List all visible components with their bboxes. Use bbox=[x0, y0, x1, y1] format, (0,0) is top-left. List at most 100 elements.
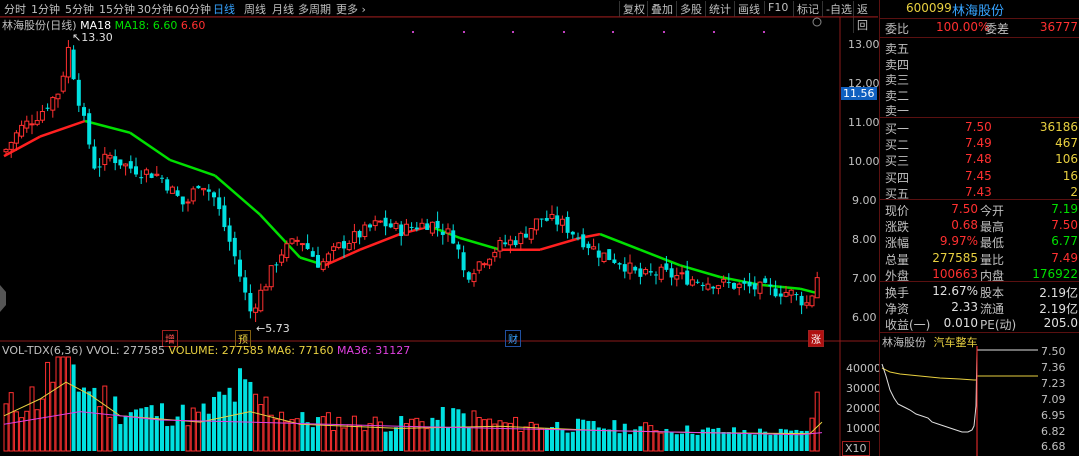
stat-value: 7.19 bbox=[1051, 202, 1078, 216]
candle-body bbox=[643, 269, 649, 275]
volume-bar bbox=[331, 430, 337, 452]
candle-body bbox=[507, 239, 513, 246]
candle-body bbox=[393, 222, 399, 230]
candle-body bbox=[658, 266, 664, 280]
volume-tick: 20000 bbox=[846, 402, 881, 415]
volume-tick: 40000 bbox=[846, 362, 881, 375]
candle-body bbox=[383, 217, 388, 227]
stat-value: 9.97% bbox=[939, 234, 978, 249]
candle-body bbox=[705, 283, 711, 290]
candle-body bbox=[466, 272, 471, 280]
candle-body bbox=[451, 230, 456, 244]
candle-body bbox=[539, 218, 544, 220]
candle-body bbox=[165, 179, 170, 191]
marker-dot bbox=[763, 31, 765, 33]
volume-bar bbox=[695, 434, 700, 451]
volume-bar bbox=[513, 416, 519, 452]
volume-tick: 10000 bbox=[846, 422, 881, 435]
left-scroll-handle[interactable] bbox=[0, 285, 6, 312]
volume-bar bbox=[24, 410, 30, 452]
candle-body bbox=[227, 225, 232, 242]
ma36-value: MA36: 31127 bbox=[337, 344, 411, 357]
volume-bar bbox=[289, 419, 295, 452]
candle-body bbox=[217, 197, 222, 210]
volume-bar bbox=[273, 418, 279, 452]
candle-body bbox=[279, 254, 285, 263]
volume-bar bbox=[320, 416, 326, 452]
candle-body bbox=[783, 291, 789, 297]
candle-body bbox=[565, 216, 570, 233]
candle-body bbox=[576, 237, 580, 239]
price-tick: 13.00 bbox=[848, 38, 880, 51]
top-marker-dots bbox=[412, 31, 765, 33]
candle-body bbox=[700, 284, 705, 287]
low-annotation: ←5.73 bbox=[256, 322, 290, 335]
candle-body bbox=[778, 293, 783, 297]
vvol-value: VVOL: 277585 bbox=[86, 344, 166, 357]
volume-bar bbox=[628, 434, 632, 451]
volume-bar bbox=[507, 422, 513, 452]
volume-bar bbox=[487, 418, 493, 452]
volume-bar bbox=[809, 417, 815, 452]
candle-body bbox=[342, 241, 346, 249]
volume-bar bbox=[497, 420, 503, 452]
candle-body bbox=[320, 261, 326, 270]
buy-price: 7.43 bbox=[965, 184, 992, 199]
ma18-segment bbox=[759, 283, 801, 290]
stat-label: 收益(一) bbox=[885, 318, 931, 333]
stock-code: 600099 bbox=[906, 1, 952, 15]
stat-value: 0.010 bbox=[943, 316, 978, 331]
candle-body bbox=[559, 218, 565, 226]
candle-body bbox=[757, 281, 763, 294]
kline-chart[interactable] bbox=[0, 0, 878, 456]
candle-body bbox=[715, 285, 721, 289]
stat2-row: 收益(一) 0.010 PE(动) 205.0 bbox=[880, 315, 1079, 333]
candle-body bbox=[403, 223, 409, 236]
candle-body bbox=[118, 159, 123, 166]
candle-body bbox=[102, 153, 108, 166]
volume-bar bbox=[3, 403, 9, 452]
event-tag[interactable]: 涨 bbox=[808, 330, 824, 347]
volume-bar bbox=[351, 415, 357, 452]
volume-bar bbox=[550, 427, 554, 451]
stat-value: 12.67% bbox=[932, 284, 978, 298]
volume-bar bbox=[388, 431, 393, 451]
candle-body bbox=[274, 264, 279, 266]
volume-bar bbox=[263, 396, 269, 452]
volume-bar bbox=[107, 416, 113, 452]
buy-volume: 467 bbox=[1055, 136, 1078, 151]
volume-bar bbox=[170, 425, 175, 451]
volume-bar bbox=[544, 428, 549, 451]
candle-body bbox=[736, 283, 742, 289]
marker-dot bbox=[512, 31, 514, 33]
volume-bar bbox=[34, 409, 40, 452]
candle-body bbox=[185, 201, 191, 204]
candle-body bbox=[139, 177, 144, 179]
price-tick: 6.00 bbox=[852, 311, 877, 324]
volume-bar bbox=[19, 417, 25, 452]
stat-value: 7.49 bbox=[1051, 250, 1078, 265]
candle-body bbox=[196, 185, 201, 189]
candles bbox=[3, 40, 820, 323]
candle-body bbox=[747, 281, 752, 287]
candle-body bbox=[518, 232, 524, 245]
candle-body bbox=[29, 123, 35, 126]
collapse-icon[interactable] bbox=[812, 17, 822, 27]
ma18-segment bbox=[459, 236, 501, 251]
volume-bar bbox=[648, 425, 654, 452]
event-tag[interactable]: 财 bbox=[505, 330, 521, 347]
volume-bar bbox=[456, 409, 461, 451]
candle-body bbox=[524, 233, 528, 238]
volume-bar bbox=[773, 433, 778, 451]
volume-bar bbox=[8, 392, 14, 452]
candle-body bbox=[372, 220, 378, 227]
candle-body bbox=[440, 231, 445, 235]
candle-body bbox=[336, 242, 342, 248]
candle-body bbox=[305, 243, 310, 249]
buy-price: 7.45 bbox=[965, 168, 992, 183]
candle-body bbox=[149, 173, 154, 178]
volume-bar bbox=[612, 420, 617, 451]
candle-body bbox=[377, 220, 383, 223]
volume-bar bbox=[602, 428, 606, 451]
candle-body bbox=[65, 46, 71, 78]
